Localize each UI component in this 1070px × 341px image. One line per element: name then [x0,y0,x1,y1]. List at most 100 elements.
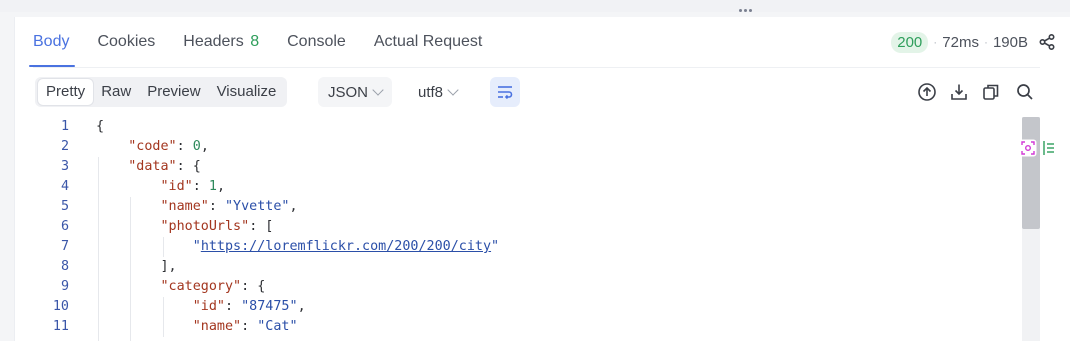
response-tabs: Body Cookies Headers 8 Console Actual Re… [28,17,510,67]
encoding-select[interactable]: utf8 [408,77,468,107]
code-line: 9 "category": { [15,277,1021,297]
code-line: 6 "photoUrls": [ [15,217,1021,237]
chevron-down-icon [447,84,459,96]
encoding-select-value: utf8 [418,83,444,101]
code-line: 1{ [15,117,1021,137]
code-text: "code": 0, [96,137,209,157]
code-line: 4 "id": 1, [15,177,1021,197]
line-number: 1 [60,119,69,134]
line-number: 5 [60,199,69,214]
code-text: "id": 1, [96,177,226,197]
status-code-badge: 200 [891,31,929,53]
line-number: 9 [60,279,69,294]
code-token: : [ [249,219,274,234]
code-line: 2 "code": 0, [15,137,1021,157]
url-link[interactable]: https://loremflickr.com/200/200/city [201,239,491,254]
line-number: 11 [52,319,69,334]
locate-icon[interactable] [1019,139,1037,157]
tab-actual-request[interactable]: Actual Request [374,17,483,67]
response-time: 72ms [942,33,979,51]
view-mode-switch: Pretty Raw Preview Visualize [35,77,288,107]
side-icons [1019,139,1057,157]
tab-actual-request-label: Actual Request [373,33,483,50]
code-token: : [241,319,258,334]
format-select[interactable]: JSON [318,77,393,107]
code-token: : { [241,279,266,294]
code-token: "id" [160,179,193,194]
code-text: "id": "87475", [96,297,306,317]
indent-guide [162,297,164,337]
tab-headers[interactable]: Headers 8 [183,17,259,67]
wrap-lines-icon [498,86,513,99]
line-number: 7 [60,239,69,254]
tab-console[interactable]: Console [287,17,346,67]
response-body-code[interactable]: 1{2 "code": 0, 3 "data": {4 "id": 1, 5 "na… [15,117,1021,341]
view-mode-visualize[interactable]: Visualize [209,79,285,105]
code-token: , [200,139,209,154]
line-number: 2 [60,139,69,154]
drag-handle-icon[interactable] [739,9,755,15]
headers-count-badge: 8 [250,33,260,50]
view-mode-raw[interactable]: Raw [93,79,139,105]
code-line: 7 "https://loremflickr.com/200/200/city" [15,237,1021,257]
code-token: : [192,179,209,194]
line-number: 8 [60,259,69,274]
search-icon[interactable] [1015,82,1035,102]
code-token: "Yvette" [225,199,290,214]
code-token: "photoUrls" [160,219,250,234]
copy-icon[interactable] [981,82,1001,102]
tab-body-label: Body [33,33,70,50]
chevron-down-icon [372,84,384,96]
code-text: ], [96,257,177,277]
code-line: 8 ], [15,257,1021,277]
tab-cookies-label: Cookies [97,33,156,50]
code-token: : [208,199,225,214]
code-token: , [289,199,298,214]
indent-guide [98,157,99,341]
tab-cookies[interactable]: Cookies [97,17,155,67]
line-number: 4 [60,179,69,194]
code-token: "name" [160,199,209,214]
code-text: "https://loremflickr.com/200/200/city" [96,237,499,257]
response-size: 190B [992,33,1028,51]
status-separator: · [933,35,938,49]
code-line: 5 "name": "Yvette", [15,197,1021,217]
indent-guide [130,197,132,341]
code-line: 11 "name": "Cat" [15,317,1021,337]
download-icon[interactable] [949,82,969,102]
align-icon[interactable] [1041,139,1057,157]
line-number: 6 [60,219,69,234]
view-mode-preview[interactable]: Preview [139,79,208,105]
share-icon[interactable] [1038,33,1056,51]
response-panel: Body Cookies Headers 8 Console Actual Re… [14,17,1070,341]
code-text: "data": { [96,157,201,177]
code-token: "87475" [241,299,298,314]
code-line: 10 "id": "87475", [15,297,1021,317]
code-token: , [216,179,225,194]
status-separator: · [983,35,988,49]
top-strip [0,0,1070,12]
code-token: : [176,139,193,154]
line-number: 10 [52,299,69,314]
code-token: "name" [192,319,242,334]
scrollbar-thumb[interactable] [1022,117,1040,229]
upload-icon[interactable] [917,82,937,102]
tab-body[interactable]: Body [28,17,77,67]
code-token: : { [176,159,201,174]
wrap-lines-button[interactable] [490,77,520,107]
code-line: 3 "data": { [15,157,1021,177]
code-text: "photoUrls": [ [96,217,274,237]
indent-guide [162,237,164,257]
line-number: 3 [60,159,69,174]
code-token: "code" [128,139,177,154]
tab-headers-label: Headers [183,33,244,50]
view-mode-pretty[interactable]: Pretty [38,79,94,105]
code-token: " [491,239,500,254]
code-token: , [297,299,306,314]
code-token: ], [96,259,177,274]
